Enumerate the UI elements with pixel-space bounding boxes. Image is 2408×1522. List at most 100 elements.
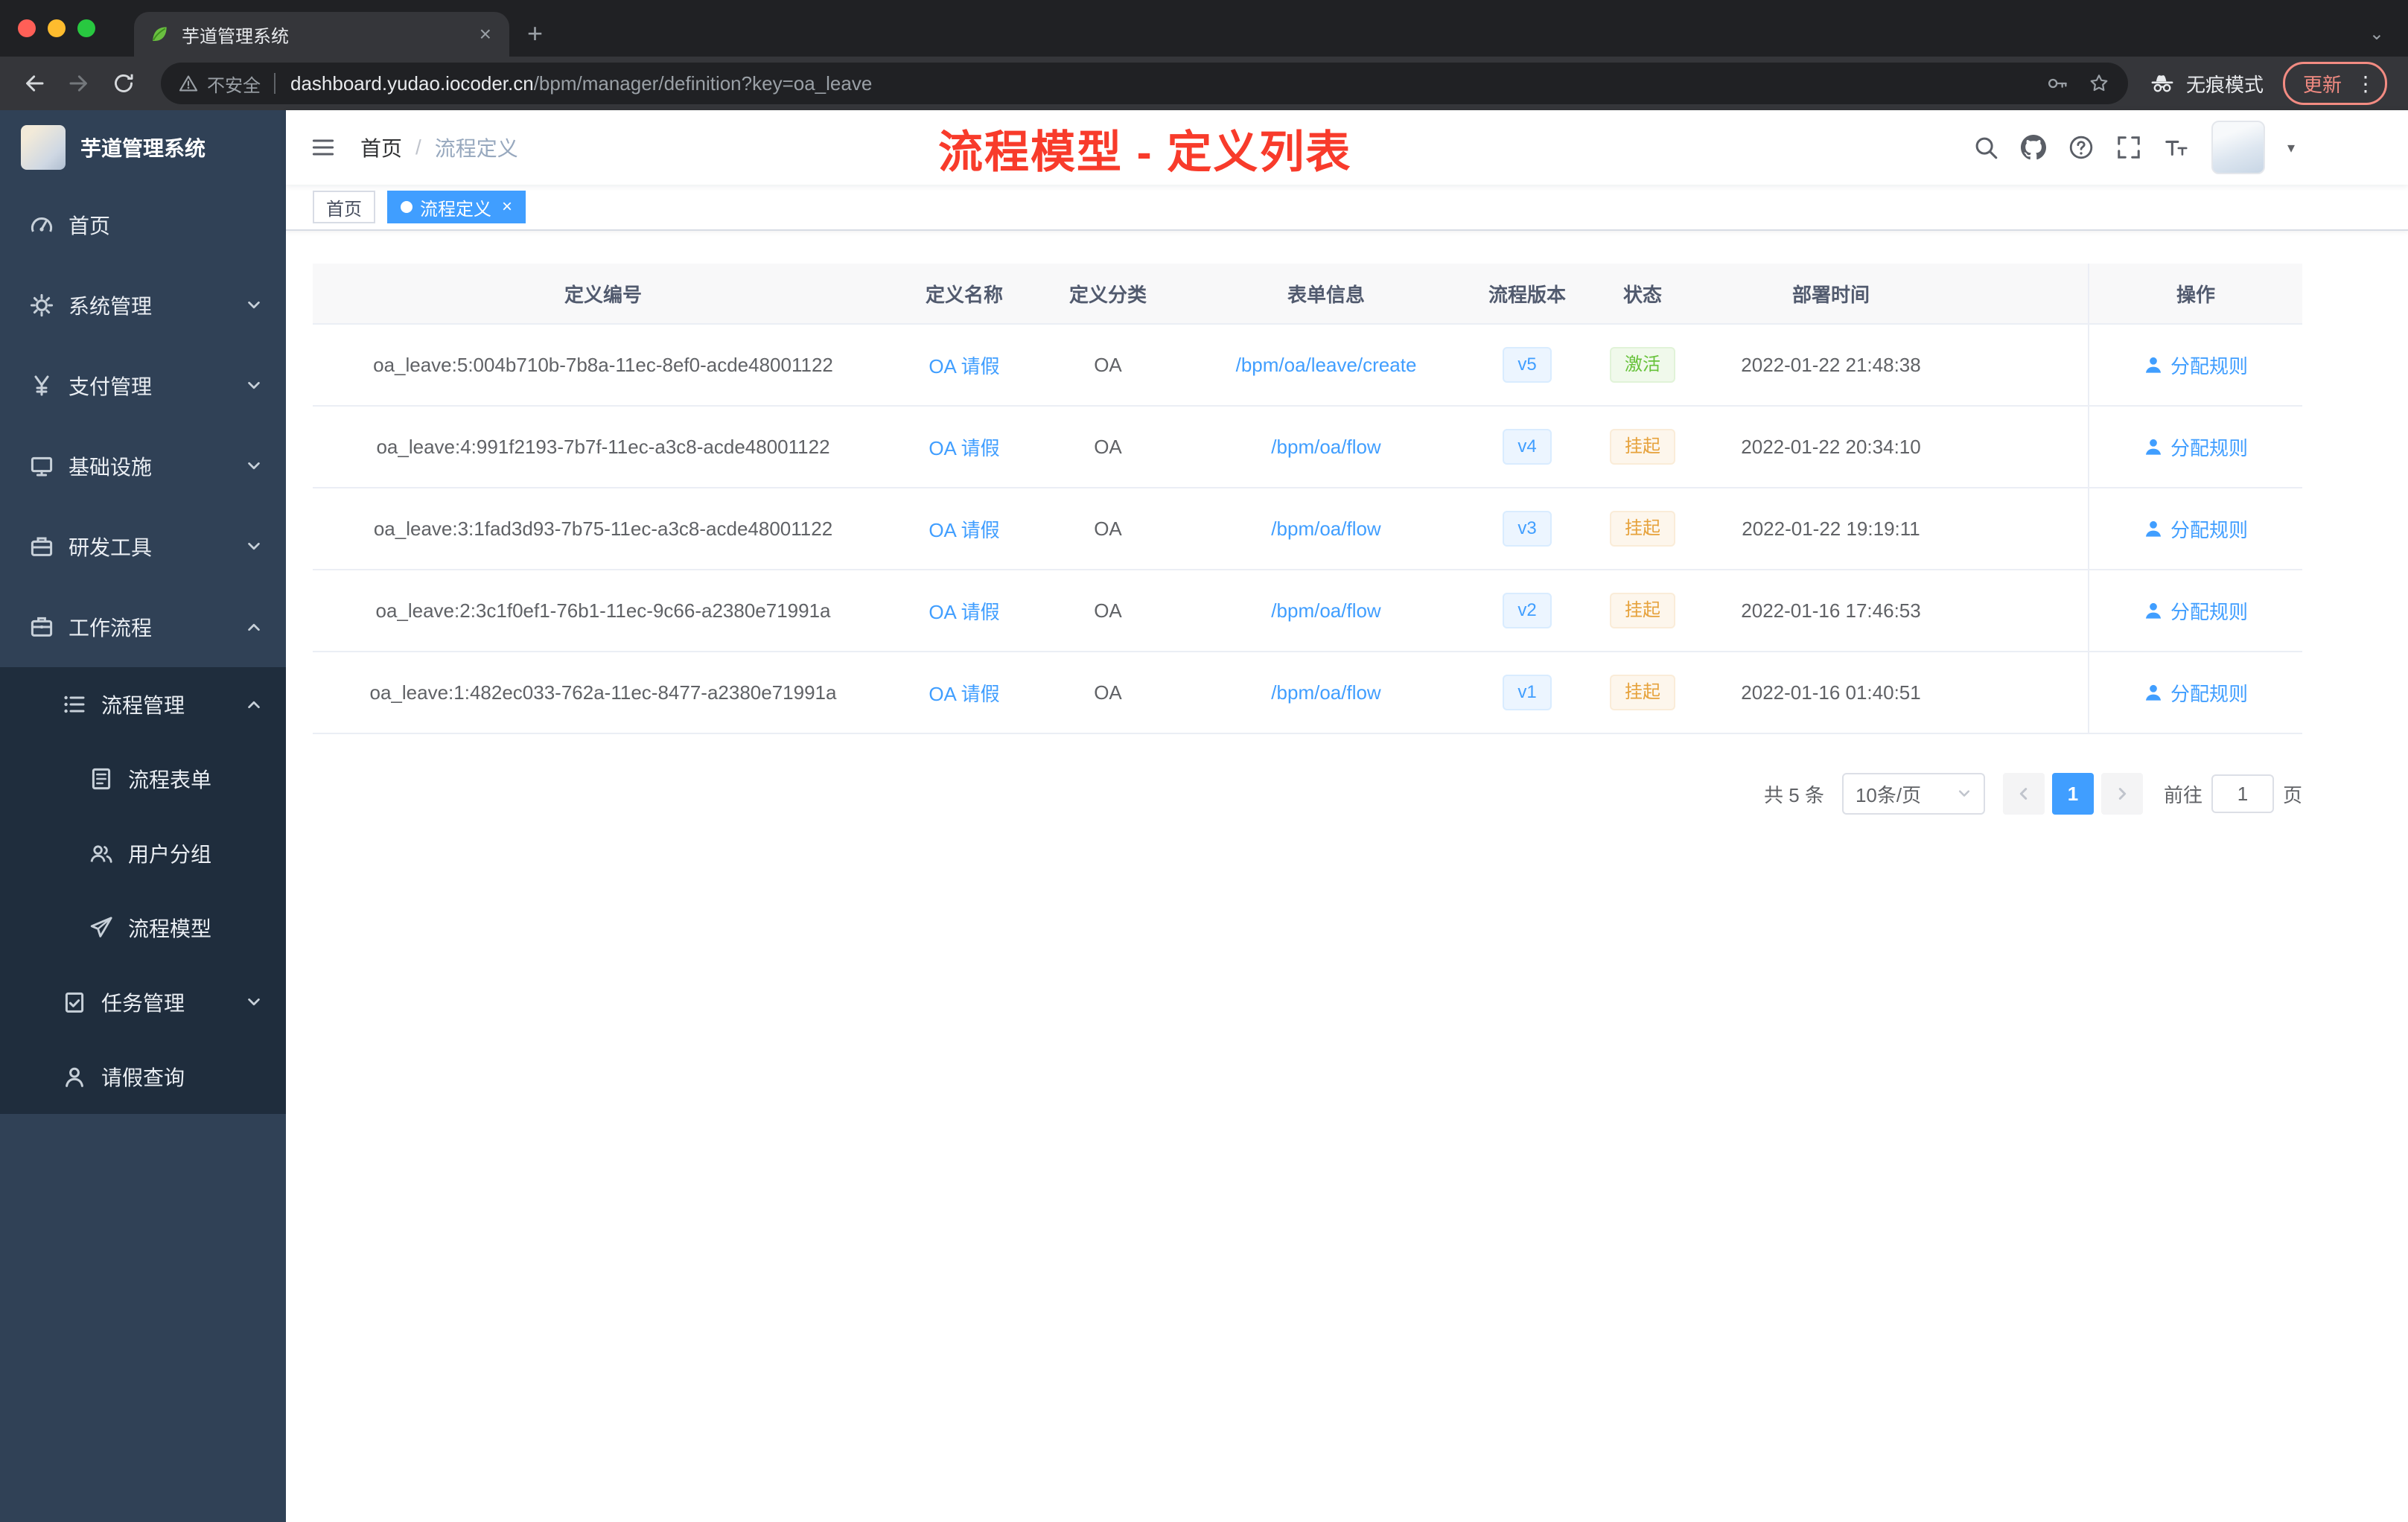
sidebar-item-process-manage[interactable]: 流程管理 — [0, 667, 286, 742]
fullscreen-icon[interactable] — [2116, 135, 2141, 160]
sidebar-item-label: 用户分组 — [128, 843, 212, 866]
bookmark-star-icon[interactable] — [2088, 72, 2110, 95]
form-info-link[interactable]: /bpm/oa/flow — [1271, 681, 1380, 704]
sidebar-item-task-manage[interactable]: 任务管理 — [0, 965, 286, 1039]
row-filler — [1960, 325, 2088, 405]
github-icon[interactable] — [2020, 135, 2046, 160]
row-filler — [1960, 488, 2088, 569]
page-number-button[interactable]: 1 — [2051, 773, 2094, 815]
next-page-button[interactable] — [2100, 773, 2143, 815]
user-avatar[interactable] — [2211, 121, 2265, 174]
col-definition-category: 定义分类 — [1035, 264, 1181, 323]
definition-id: oa_leave:4:991f2193-7b7f-11ec-a3c8-acde4… — [376, 435, 830, 458]
breadcrumb: 首页 / 流程定义 — [360, 133, 518, 162]
version-badge: v4 — [1503, 429, 1552, 465]
search-icon[interactable] — [1973, 135, 1998, 160]
paper-plane-icon — [89, 916, 113, 940]
active-tag-dot — [401, 201, 413, 213]
address-bar[interactable]: 不安全 dashboard.yudao.iocoder.cn/bpm/manag… — [161, 63, 2128, 104]
deploy-time: 2022-01-22 19:19:11 — [1742, 517, 1920, 540]
form-info-link[interactable]: /bpm/oa/flow — [1271, 518, 1380, 541]
table-row: oa_leave:4:991f2193-7b7f-11ec-a3c8-acde4… — [313, 407, 2302, 488]
new-tab-button[interactable]: + — [527, 18, 543, 49]
tag-home[interactable]: 首页 — [313, 191, 375, 223]
chevron-up-icon — [246, 696, 262, 713]
not-secure-label: 不安全 — [207, 75, 261, 96]
assign-rule-link[interactable]: 分配规则 — [2144, 597, 2248, 625]
tag-process-definition[interactable]: 流程定义 × — [387, 191, 526, 223]
deploy-time: 2022-01-16 01:40:51 — [1741, 681, 1921, 704]
sidebar-item-home[interactable]: 首页 — [0, 185, 286, 265]
definition-category: OA — [1094, 599, 1122, 622]
row-filler — [1960, 652, 2088, 733]
tags-view: 首页 流程定义 × — [286, 185, 2408, 231]
sidebar-item-infrastructure[interactable]: 基础设施 — [0, 426, 286, 506]
definition-id: oa_leave:5:004b710b-7b8a-11ec-8ef0-acde4… — [373, 353, 833, 376]
form-info-link[interactable]: /bpm/oa/flow — [1271, 436, 1380, 459]
chevron-up-icon — [246, 619, 262, 635]
chevron-down-icon — [246, 458, 262, 474]
hamburger-icon[interactable] — [310, 134, 337, 161]
minimize-window-button[interactable] — [48, 19, 66, 37]
prev-page-button[interactable] — [2002, 773, 2045, 815]
deploy-time: 2022-01-16 17:46:53 — [1741, 599, 1921, 622]
update-label: 更新 — [2302, 73, 2342, 96]
breadcrumb-home[interactable]: 首页 — [360, 133, 402, 162]
zoom-window-button[interactable] — [77, 19, 95, 37]
tag-label: 流程定义 — [420, 199, 491, 220]
sidebar: 芋道管理系统 首页 系统管理 支付管理 基础设施 研发工具 工作流程 流程管理 流程表单 用户分… — [0, 110, 286, 1522]
reload-button[interactable] — [104, 64, 143, 103]
user-icon — [2144, 601, 2163, 620]
form-info-link[interactable]: /bpm/oa/flow — [1271, 599, 1380, 623]
forward-button[interactable] — [60, 64, 98, 103]
definition-name-link[interactable]: OA 请假 — [929, 351, 999, 379]
browser-tab[interactable]: 芋道管理系统 × — [134, 12, 509, 57]
sidebar-item-process-form[interactable]: 流程表单 — [0, 742, 286, 816]
sidebar-item-workflow[interactable]: 工作流程 — [0, 587, 286, 667]
font-size-icon[interactable] — [2164, 135, 2189, 160]
close-tab-icon[interactable]: × — [477, 22, 494, 46]
sidebar-item-label: 任务管理 — [101, 992, 185, 1015]
sidebar-item-leave-query[interactable]: 请假查询 — [0, 1039, 286, 1114]
goto-page-input[interactable] — [2211, 774, 2274, 813]
definition-name-link[interactable]: OA 请假 — [929, 515, 999, 543]
help-icon[interactable] — [2068, 135, 2094, 160]
close-window-button[interactable] — [18, 19, 36, 37]
page-size-select[interactable]: 10条/页 — [1841, 773, 1985, 815]
password-key-icon[interactable] — [2046, 72, 2068, 95]
assign-rule-link[interactable]: 分配规则 — [2144, 679, 2248, 707]
assign-rule-link[interactable]: 分配规则 — [2144, 515, 2248, 543]
col-deploy-time: 部署时间 — [1702, 264, 1960, 323]
version-badge: v1 — [1503, 675, 1552, 710]
sidebar-item-system[interactable]: 系统管理 — [0, 265, 286, 346]
tab-strip: 芋道管理系统 × + ⌄ — [0, 0, 2408, 57]
sidebar-menu: 首页 系统管理 支付管理 基础设施 研发工具 工作流程流程管理流程表单用户分组流程模型任务… — [0, 185, 286, 1114]
form-info-link[interactable]: /bpm/oa/leave/create — [1236, 354, 1417, 377]
sidebar-item-payment[interactable]: 支付管理 — [0, 346, 286, 426]
url-domain: dashboard.yudao.iocoder.cn — [290, 71, 534, 95]
status-badge: 挂起 — [1610, 511, 1675, 547]
definition-name-link[interactable]: OA 请假 — [929, 433, 999, 461]
assign-rule-link[interactable]: 分配规则 — [2144, 351, 2248, 379]
page-unit-label: 页 — [2282, 783, 2302, 806]
close-tag-icon[interactable]: × — [502, 197, 512, 217]
user-icon — [2144, 519, 2163, 538]
sidebar-item-label: 流程管理 — [101, 694, 185, 717]
definition-name-link[interactable]: OA 请假 — [929, 597, 999, 625]
breadcrumb-current: 流程定义 — [434, 137, 518, 160]
assign-rule-label: 分配规则 — [2170, 600, 2248, 623]
assign-rule-link[interactable]: 分配规则 — [2144, 433, 2248, 461]
tab-search-icon[interactable]: ⌄ — [2369, 23, 2384, 45]
sidebar-item-user-group[interactable]: 用户分组 — [0, 816, 286, 891]
assign-rule-label: 分配规则 — [2170, 354, 2248, 378]
sidebar-item-devtools[interactable]: 研发工具 — [0, 506, 286, 587]
browser-menu-dots-icon[interactable]: ⋮ — [2354, 71, 2377, 96]
sidebar-item-process-model[interactable]: 流程模型 — [0, 891, 286, 965]
definition-name-link[interactable]: OA 请假 — [929, 679, 999, 707]
status-badge: 激活 — [1610, 347, 1675, 383]
chevron-down-icon — [246, 378, 262, 394]
update-chrome-button[interactable]: 更新 ⋮ — [2282, 62, 2387, 105]
deploy-time: 2022-01-22 20:34:10 — [1741, 435, 1921, 458]
avatar-caret-icon[interactable]: ▾ — [2287, 138, 2295, 157]
back-button[interactable] — [15, 64, 54, 103]
